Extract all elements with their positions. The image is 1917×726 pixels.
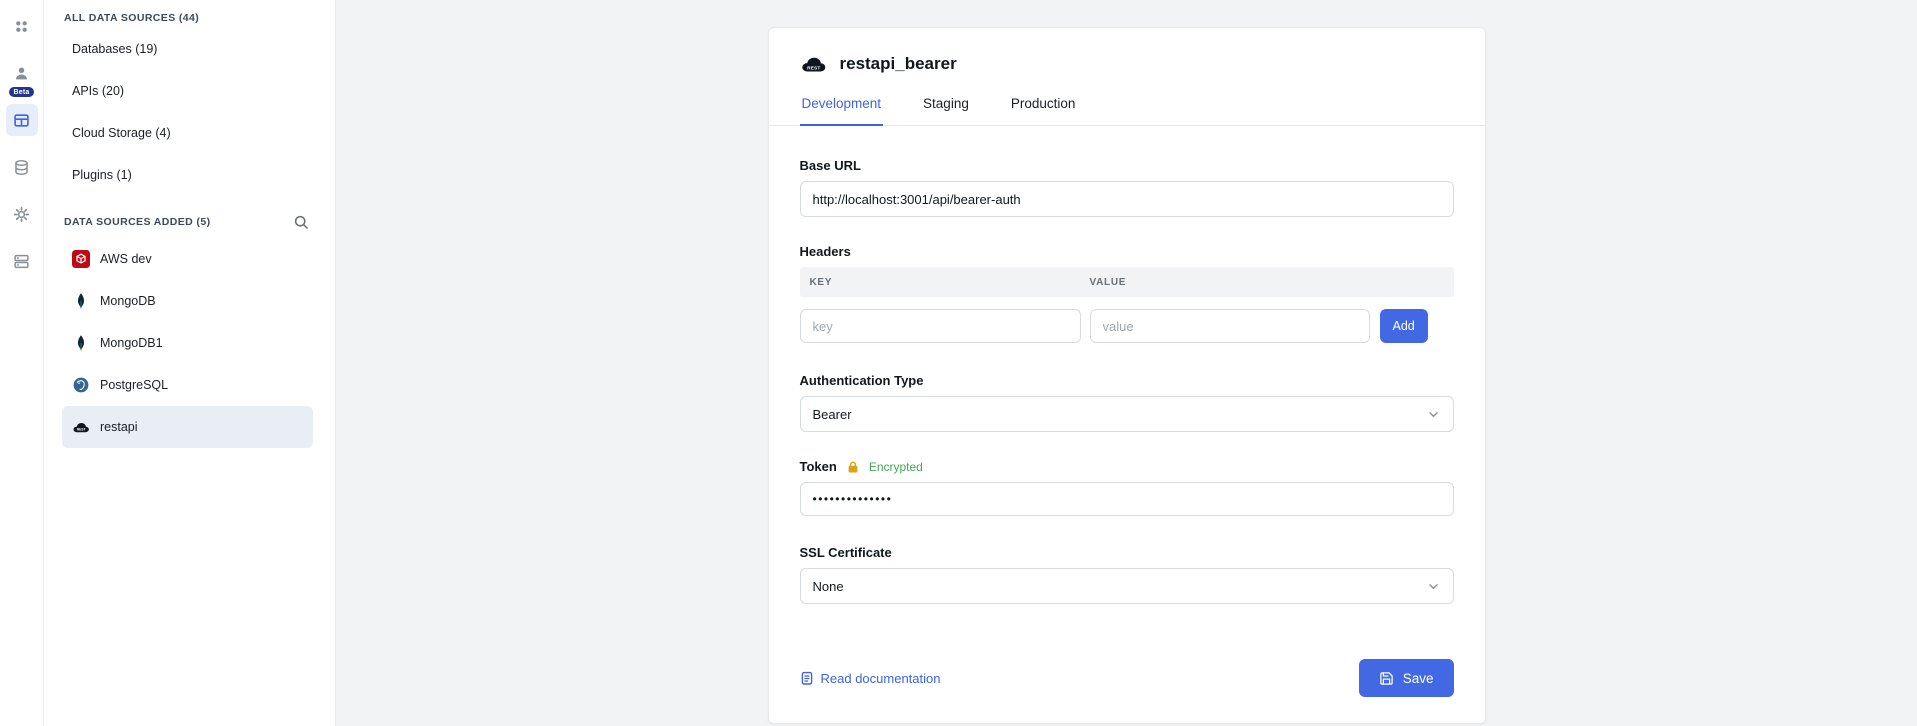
tab-staging[interactable]: Staging	[921, 96, 971, 126]
app-root: Beta ALL DATA SOURCES (44) Databases (19…	[0, 0, 1917, 726]
main-content: restapi_bearer Development Staging Produ…	[336, 0, 1917, 726]
added-sources-header: DATA SOURCES ADDED (5)	[64, 216, 210, 228]
document-icon	[800, 671, 814, 685]
base-url-input[interactable]	[800, 181, 1454, 217]
datasource-item-label: AWS dev	[100, 252, 152, 266]
ssl-certificate-select[interactable]: None	[800, 568, 1454, 604]
datasource-config-card: restapi_bearer Development Staging Produ…	[768, 27, 1486, 724]
chevron-down-icon	[1426, 407, 1441, 422]
datasource-item-restapi[interactable]: restapi	[62, 406, 313, 448]
token-label: Token	[800, 459, 837, 474]
datasource-item-label: restapi	[100, 420, 138, 434]
read-documentation-label: Read documentation	[821, 671, 941, 686]
add-header-button[interactable]: Add	[1380, 309, 1428, 343]
workflows-nav-button[interactable]: Beta	[6, 57, 38, 89]
save-button[interactable]: Save	[1359, 659, 1454, 697]
card-header: restapi_bearer	[769, 28, 1485, 74]
database-nav-button[interactable]	[6, 151, 38, 183]
save-button-label: Save	[1403, 671, 1434, 686]
sidebar-item-databases[interactable]: Databases (19)	[62, 28, 313, 70]
apps-nav-button[interactable]	[6, 10, 38, 42]
search-icon	[293, 214, 309, 230]
added-sources-header-row: DATA SOURCES ADDED (5)	[62, 196, 313, 238]
save-floppy-icon	[1379, 671, 1394, 686]
settings-nav-button[interactable]	[6, 198, 38, 230]
datasource-item-aws-dev[interactable]: AWS dev	[62, 238, 313, 280]
data-sources-icon	[13, 112, 30, 129]
encrypted-badge: Encrypted	[869, 460, 923, 474]
datasource-item-postgresql[interactable]: PostgreSQL	[62, 364, 313, 406]
datasource-item-mongodb1[interactable]: MongoDB1	[62, 322, 313, 364]
data-sources-nav-button[interactable]	[6, 104, 38, 136]
tab-development[interactable]: Development	[800, 96, 884, 126]
headers-label: Headers	[800, 244, 1454, 259]
workflows-icon	[13, 65, 30, 82]
token-label-row: Token Encrypted	[800, 459, 1454, 474]
auth-type-select[interactable]: Bearer	[800, 396, 1454, 432]
sidebar-item-label: APIs (20)	[72, 84, 124, 98]
mongodb-icon	[72, 334, 90, 352]
restapi-icon	[72, 418, 90, 436]
datasource-item-mongodb[interactable]: MongoDB	[62, 280, 313, 322]
database-icon	[13, 159, 30, 176]
value-column-header: VALUE	[1090, 277, 1127, 288]
apps-icon	[13, 18, 30, 35]
search-button[interactable]	[289, 210, 313, 234]
sidebar-item-cloud-storage[interactable]: Cloud Storage (4)	[62, 112, 313, 154]
sidebar-item-plugins[interactable]: Plugins (1)	[62, 154, 313, 196]
datasource-item-label: MongoDB1	[100, 336, 163, 350]
marketplace-nav-button[interactable]	[6, 245, 38, 277]
marketplace-icon	[13, 253, 30, 270]
datasource-item-label: PostgreSQL	[100, 378, 168, 392]
restapi-icon	[800, 56, 827, 73]
card-footer: Read documentation Save	[769, 659, 1485, 723]
tab-production[interactable]: Production	[1009, 96, 1078, 126]
lock-icon	[846, 460, 860, 474]
sidebar-item-label: Cloud Storage (4)	[72, 126, 171, 140]
sidebar-item-label: Plugins (1)	[72, 168, 132, 182]
sidebar-item-apis[interactable]: APIs (20)	[62, 70, 313, 112]
auth-type-label: Authentication Type	[800, 373, 1454, 388]
headers-table-head: KEY VALUE	[800, 267, 1454, 297]
auth-type-value: Bearer	[813, 407, 852, 422]
data-sources-sidebar: ALL DATA SOURCES (44) Databases (19) API…	[44, 0, 336, 726]
ssl-certificate-label: SSL Certificate	[800, 545, 1454, 560]
aws-icon	[72, 250, 90, 268]
header-key-input[interactable]	[800, 309, 1081, 343]
header-value-input[interactable]	[1090, 309, 1370, 343]
beta-badge: Beta	[9, 87, 35, 97]
read-documentation-link[interactable]: Read documentation	[800, 671, 941, 686]
headers-input-row: Add	[800, 309, 1454, 343]
base-url-label: Base URL	[800, 158, 1454, 173]
datasource-item-label: MongoDB	[100, 294, 156, 308]
key-column-header: KEY	[800, 277, 1090, 288]
environment-tabs: Development Staging Production	[769, 96, 1485, 126]
ssl-certificate-value: None	[813, 579, 844, 594]
all-data-sources-header: ALL DATA SOURCES (44)	[62, 0, 313, 28]
settings-gear-icon	[13, 206, 30, 223]
postgresql-icon	[72, 376, 90, 394]
token-input[interactable]	[800, 482, 1454, 516]
sidebar-item-label: Databases (19)	[72, 42, 157, 56]
mongodb-icon	[72, 292, 90, 310]
chevron-down-icon	[1426, 579, 1441, 594]
left-icon-rail: Beta	[0, 0, 44, 726]
page-title: restapi_bearer	[840, 54, 957, 74]
datasource-form: Base URL Headers KEY VALUE Add Authentic…	[769, 126, 1485, 613]
